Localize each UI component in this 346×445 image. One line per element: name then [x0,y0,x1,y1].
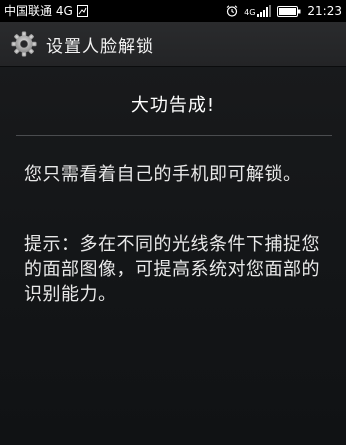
alarm-clock-icon [226,5,238,17]
cellular-signal: 4G [244,5,272,17]
network-type-label: 4G [244,8,256,17]
main-content: 大功告成! 您只需看着自己的手机即可解锁。 提示：多在不同的光线条件下捕捉您的面… [0,67,346,445]
carrier-label: 中国联通 4G [4,4,73,18]
status-bar: 中国联通 4G 4G 21:23 [0,0,346,22]
divider [16,135,332,136]
gear-icon [11,31,37,57]
instruction-text: 您只需看着自己的手机即可解锁。 [24,164,302,185]
tip-text: 提示：多在不同的光线条件下捕捉您的面部图像，可提高系统对您面部的识别能力。 [24,234,320,305]
clock: 21:23 [307,4,342,18]
sim-card-icon [76,5,88,17]
action-bar: 设置人脸解锁 [0,22,346,67]
status-right: 4G 21:23 [226,0,342,22]
page-title: 设置人脸解锁 [46,36,154,57]
app-icon[interactable] [10,30,38,58]
face-unlock-complete-screen: 中国联通 4G 4G 21:23 设置人脸解锁 大功告成! 您只需看着自己的手机… [0,0,346,445]
battery-icon [277,5,301,17]
status-left: 中国联通 4G [4,0,88,22]
success-headline: 大功告成! [130,95,216,116]
signal-bars-icon [257,5,272,17]
